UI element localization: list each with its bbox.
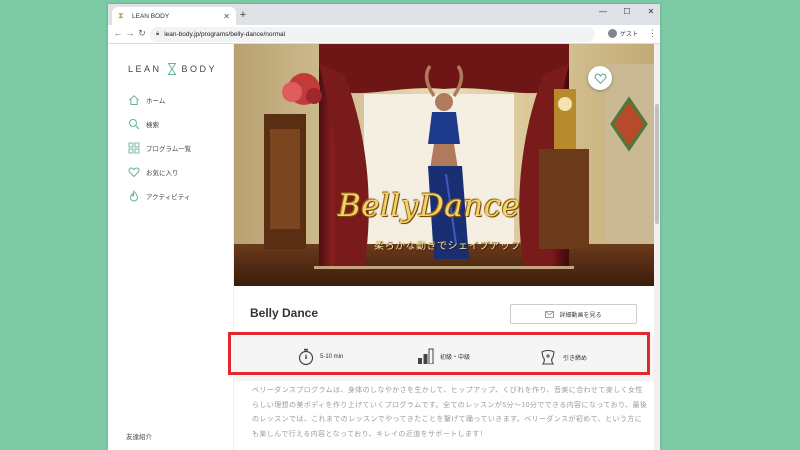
forward-icon[interactable]: → — [124, 28, 136, 38]
sidebar-item-home[interactable]: ホーム — [128, 94, 165, 106]
profile-button[interactable]: ゲスト — [608, 29, 638, 38]
hero-image: BellyDance 柔らかな動きでシェイプアップ — [234, 44, 654, 286]
tab-strip: ⧗ LEAN BODY ✕ + — ☐ ✕ — [108, 4, 660, 25]
sidebar-item-label: ホーム — [146, 98, 166, 105]
tab-title: LEAN BODY — [132, 12, 170, 20]
sidebar: LEAN BODY ホーム 検索 プログラム一覧 お気に入り アクティビティ 友… — [108, 44, 234, 450]
flame-icon — [129, 190, 139, 202]
main-content: BellyDance 柔らかな動きでシェイプアップ Belly Dance 詳細… — [234, 44, 660, 450]
grid-icon — [128, 142, 140, 154]
heart-icon — [128, 167, 140, 178]
favorite-button[interactable] — [588, 66, 612, 90]
logo[interactable]: LEAN BODY — [128, 63, 217, 75]
browser-window: ⧗ LEAN BODY ✕ + — ☐ ✕ ← → ↻ 🔒︎ lean-body… — [108, 4, 660, 450]
program-title: Belly Dance — [250, 306, 319, 320]
logo-text-right: BODY — [181, 64, 218, 74]
window-close-icon[interactable]: ✕ — [644, 7, 658, 16]
logo-text-left: LEAN — [128, 64, 162, 74]
hourglass-logo-icon — [167, 63, 176, 75]
back-icon[interactable]: ← — [112, 28, 124, 38]
sidebar-item-label: プログラム一覧 — [146, 146, 192, 153]
maximize-icon[interactable]: ☐ — [620, 7, 634, 16]
avatar-icon — [608, 29, 617, 38]
hero-subtitle: 柔らかな動きでシェイプアップ — [374, 241, 521, 252]
search-icon — [129, 119, 140, 130]
hero-title: BellyDance — [338, 188, 521, 224]
heart-icon — [594, 73, 606, 84]
favicon-icon: ⧗ — [118, 11, 124, 20]
sidebar-item-friend-referral[interactable]: 友達紹介 — [126, 431, 152, 441]
minimize-icon[interactable]: — — [596, 7, 610, 16]
sidebar-item-label: アクティビティ — [146, 194, 191, 201]
url-text: lean-body.jp/programs/belly-dance/normal — [164, 31, 286, 38]
lock-icon: 🔒︎ — [156, 31, 160, 37]
browser-toolbar: ← → ↻ 🔒︎ lean-body.jp/programs/belly-dan… — [108, 25, 660, 44]
scrollbar[interactable] — [654, 44, 660, 450]
sidebar-item-label: 検索 — [146, 122, 159, 129]
sidebar-item-favorites[interactable]: お気に入り — [128, 166, 179, 178]
new-tab-button[interactable]: + — [236, 9, 250, 21]
menu-icon[interactable]: ⋮ — [648, 28, 657, 39]
sidebar-item-label: お気に入り — [146, 170, 179, 177]
highlight-box — [228, 332, 650, 375]
address-bar[interactable]: 🔒︎ lean-body.jp/programs/belly-dance/nor… — [150, 27, 595, 42]
close-icon[interactable]: ✕ — [223, 12, 230, 21]
sidebar-item-search[interactable]: 検索 — [128, 118, 159, 130]
sidebar-item-programs[interactable]: プログラム一覧 — [128, 142, 191, 154]
home-icon — [129, 95, 139, 105]
program-description: ベリーダンスプログラムは、身体のしなやかさを生かして、ヒップアップ、くびれを作り… — [252, 387, 648, 438]
reload-icon[interactable]: ↻ — [136, 28, 148, 39]
envelope-icon — [545, 310, 555, 318]
detail-video-button[interactable]: 詳細動画を見る — [510, 304, 637, 324]
browser-tab[interactable]: ⧗ LEAN BODY ✕ — [112, 7, 236, 25]
scrollbar-thumb[interactable] — [655, 104, 659, 224]
detail-video-label: 詳細動画を見る — [559, 312, 602, 319]
sidebar-item-activity[interactable]: アクティビティ — [128, 190, 190, 202]
guest-label: ゲスト — [620, 32, 639, 38]
